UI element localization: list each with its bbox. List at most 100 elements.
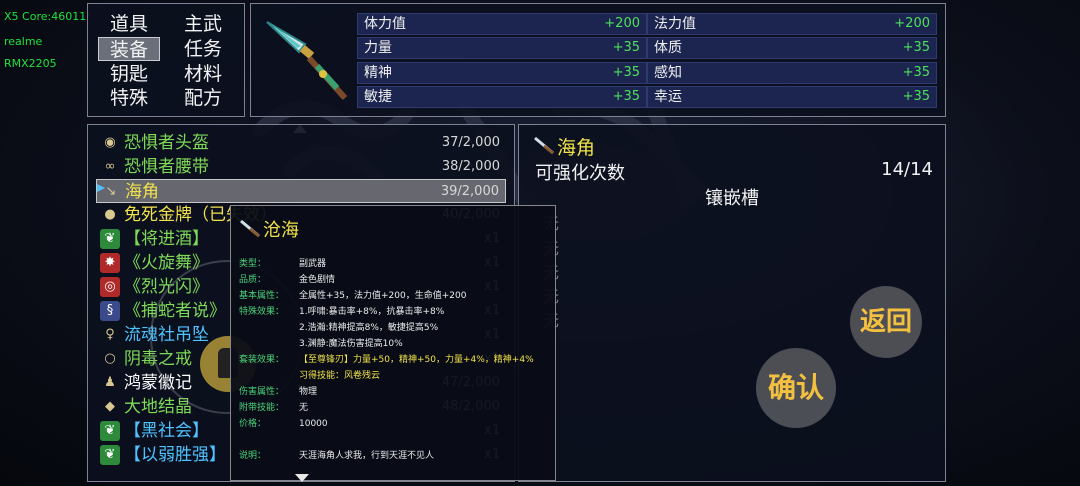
- stat-row: 体力值 +200: [357, 13, 647, 35]
- stat-value: +35: [612, 65, 640, 80]
- stat-row: 法力值 +200: [647, 13, 937, 35]
- enhance-label: 可强化次数: [535, 163, 625, 184]
- confirm-button[interactable]: 确认: [756, 348, 836, 428]
- pendant-icon: ♀: [105, 327, 115, 342]
- list-pointer-icon: [97, 184, 105, 192]
- list-item[interactable]: ◉ 恐惧者头盔 37/2,000: [96, 131, 506, 155]
- tooltip-row: 习得技能：风卷残云: [239, 370, 380, 382]
- tooltip-key: 套装效果：: [239, 355, 285, 365]
- tooltip-row: 3.渊静:魔法伤害提高10%: [239, 338, 403, 350]
- tooltip-value: 全属性+35，法力值+200，生命值+200: [299, 291, 467, 301]
- tooltip-value: 3.渊静:魔法伤害提高10%: [299, 339, 403, 349]
- skill-book-icon: ❦: [100, 421, 120, 441]
- enhance-count: 14/14: [881, 159, 933, 180]
- snake-skill-icon: §: [100, 301, 120, 321]
- debug-brand: realme: [4, 35, 43, 48]
- ring-icon: ○: [104, 351, 116, 366]
- stat-name: 敏捷: [364, 89, 392, 105]
- stat-name: 精神: [364, 65, 392, 81]
- tooltip-key: 特殊效果：: [239, 307, 285, 317]
- tooltip-row: 套装效果： 【至尊锋刃】力量+50，精神+50，力量+4%，精神+4%: [239, 354, 534, 366]
- list-item-count: 37/2,000: [441, 135, 500, 150]
- debug-model: RMX2205: [4, 57, 57, 70]
- stat-value: +35: [902, 65, 930, 80]
- helmet-icon: ◉: [104, 135, 116, 150]
- tooltip-key: 说明：: [239, 451, 267, 461]
- detail-item-title: 海角: [557, 137, 596, 159]
- stat-name: 力量: [364, 40, 392, 56]
- spear-icon: [240, 219, 260, 238]
- category-main-weapon[interactable]: 主武: [178, 12, 228, 36]
- tooltip-value: 金色剧情: [299, 275, 336, 285]
- tooltip-row: 品质： 金色剧情: [239, 274, 335, 286]
- stat-value: +35: [902, 40, 930, 55]
- stat-row: 感知 +35: [647, 62, 937, 84]
- tooltip-row: 2.浩瀚:精神提高8%，敏捷提高5%: [239, 322, 438, 334]
- skill-book-icon: ❦: [100, 445, 120, 465]
- tooltip-key: 品质：: [239, 275, 267, 285]
- light-skill-icon: ◎: [100, 277, 120, 297]
- skill-book-icon: ❦: [100, 229, 120, 249]
- tooltip-value: 习得技能：风卷残云: [299, 371, 381, 381]
- stat-value: +200: [894, 16, 930, 31]
- tooltip-value: 副武器: [299, 259, 327, 269]
- stat-value: +35: [902, 89, 930, 104]
- stat-name: 法力值: [654, 16, 696, 32]
- tooltip-value: 1.呼啸:暴击率+8%，抗暴击率+8%: [299, 307, 445, 317]
- list-item-name: 【黑社会】: [124, 421, 209, 441]
- category-props[interactable]: 道具: [104, 12, 154, 36]
- scroll-down-arrow[interactable]: [295, 474, 309, 482]
- tooltip-key: 伤害属性：: [239, 387, 285, 397]
- tooltip-row: 价格： 10000: [239, 418, 328, 430]
- stat-row: 精神 +35: [357, 62, 647, 84]
- category-equipment[interactable]: 装备: [98, 37, 160, 61]
- stat-value: +200: [604, 16, 640, 31]
- list-item-name: 【以弱胜强】: [124, 445, 226, 465]
- stat-name: 体质: [654, 40, 682, 56]
- tooltip-row: 基本属性： 全属性+35，法力值+200，生命值+200: [239, 290, 466, 302]
- category-keys[interactable]: 钥匙: [104, 62, 154, 86]
- tooltip-key: 类型：: [239, 259, 267, 269]
- stat-row: 幸运 +35: [647, 86, 937, 108]
- emblem-icon: ♟: [104, 375, 116, 390]
- tooltip-row: 类型： 副武器: [239, 258, 326, 270]
- list-item-name: 海角: [125, 182, 159, 202]
- socket-label: 镶嵌槽: [705, 188, 759, 209]
- list-item-name: 恐惧者头盔: [124, 133, 209, 153]
- category-panel: 道具 主武 装备 任务 钥匙 材料 特殊 配方: [87, 3, 245, 117]
- list-item-name: 恐惧者腰带: [124, 157, 209, 177]
- tooltip-value: 天涯海角人求我，行到天涯不见人: [299, 451, 435, 461]
- category-quest[interactable]: 任务: [178, 37, 228, 61]
- stats-panel: 体力值 +200 法力值 +200 力量 +35 体质 +35 精神 +35 感…: [250, 3, 946, 117]
- tooltip-value: 10000: [299, 419, 328, 429]
- list-item[interactable]: ∞ 恐惧者腰带 38/2,000: [96, 155, 506, 179]
- tooltip-title: 沧海: [263, 220, 299, 241]
- back-button[interactable]: 返回: [850, 286, 922, 358]
- fire-skill-icon: ✸: [100, 253, 120, 273]
- category-special[interactable]: 特殊: [104, 86, 154, 110]
- category-recipes[interactable]: 配方: [178, 86, 228, 110]
- medal-icon: ●: [104, 207, 116, 222]
- stat-name: 幸运: [654, 89, 682, 105]
- list-item-name: 【将进酒】: [124, 229, 209, 249]
- belt-icon: ∞: [104, 159, 116, 174]
- tooltip-row: 伤害属性： 物理: [239, 386, 317, 398]
- stat-row: 力量 +35: [357, 37, 647, 59]
- tooltip-value: 【至尊锋刃】力量+50，精神+50，力量+4%，精神+4%: [299, 355, 534, 365]
- tooltip-key: 价格：: [239, 419, 267, 429]
- tooltip-value: 2.浩瀚:精神提高8%，敏捷提高5%: [299, 323, 439, 333]
- tooltip-row: 说明： 天涯海角人求我，行到天涯不见人: [239, 450, 434, 462]
- tooltip-row: 附带技能： 无: [239, 402, 308, 414]
- list-item-count: 39/2,000: [440, 184, 499, 199]
- stat-name: 体力值: [364, 16, 406, 32]
- stat-value: +35: [612, 40, 640, 55]
- category-materials[interactable]: 材料: [178, 62, 228, 86]
- tooltip-key: 附带技能：: [239, 403, 285, 413]
- stat-value: +35: [612, 89, 640, 104]
- list-item-count: 38/2,000: [441, 159, 500, 174]
- debug-core: X5 Core:46011: [4, 10, 87, 23]
- list-item[interactable]: ↘ 海角 39/2,000: [96, 179, 506, 203]
- tooltip-key: 基本属性：: [239, 291, 285, 301]
- spear-icon: [534, 136, 554, 155]
- tooltip-value: 物理: [299, 387, 318, 397]
